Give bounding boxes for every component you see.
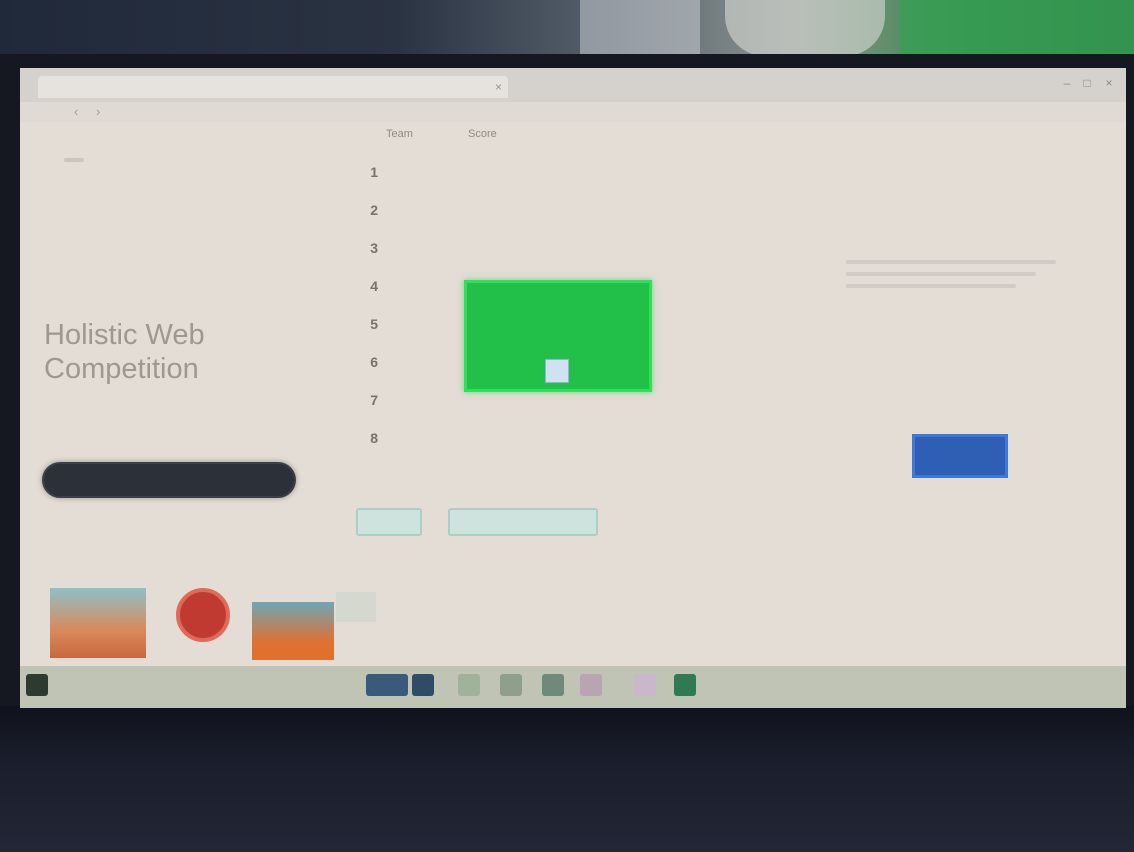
page-headline: Holistic Web Competition bbox=[44, 319, 205, 385]
row-number: 8 bbox=[370, 430, 378, 446]
minimize-icon[interactable]: – bbox=[1060, 76, 1074, 90]
folder-icon[interactable] bbox=[500, 674, 522, 696]
forward-arrow-icon[interactable]: › bbox=[96, 104, 100, 119]
text-line bbox=[846, 260, 1056, 264]
background-object bbox=[725, 0, 885, 56]
logo-badge bbox=[64, 158, 84, 162]
background-top bbox=[0, 0, 1134, 62]
row-number: 6 bbox=[370, 354, 378, 370]
dialog-ok-button[interactable] bbox=[545, 359, 569, 383]
text-line bbox=[846, 284, 1016, 288]
monitor-stand-area bbox=[0, 706, 1134, 852]
text-line bbox=[846, 272, 1036, 276]
row-number: 5 bbox=[370, 316, 378, 332]
window-close-icon[interactable]: × bbox=[1102, 76, 1116, 90]
row-number: 3 bbox=[370, 240, 378, 256]
thumbnail-image[interactable] bbox=[336, 592, 376, 622]
background-object bbox=[900, 0, 1134, 56]
windows-start-icon[interactable] bbox=[26, 674, 48, 696]
back-arrow-icon[interactable]: ‹ bbox=[74, 104, 78, 119]
list-row[interactable]: 3 bbox=[350, 230, 680, 268]
list-row[interactable]: 1 bbox=[350, 154, 680, 192]
left-panel: Holistic Web Competition bbox=[20, 122, 330, 632]
primary-action-button[interactable] bbox=[42, 462, 296, 498]
browser-tab[interactable]: × bbox=[38, 76, 508, 98]
row-number: 4 bbox=[370, 278, 378, 294]
action-button-left[interactable] bbox=[356, 508, 422, 536]
right-panel-button[interactable] bbox=[912, 434, 1008, 478]
column-header-team: Team bbox=[386, 128, 413, 140]
thumbnail-image[interactable] bbox=[176, 588, 230, 642]
right-panel bbox=[820, 122, 1120, 572]
browser-tab-bar: × – □ × bbox=[20, 68, 1126, 103]
background-object bbox=[580, 0, 700, 56]
monitor-screen: × – □ × ‹ › Holistic Web Competition Tea… bbox=[20, 68, 1126, 708]
window-icon[interactable] bbox=[412, 674, 434, 696]
row-number: 7 bbox=[370, 392, 378, 408]
close-icon[interactable]: × bbox=[495, 76, 502, 98]
thumbnail-image[interactable] bbox=[50, 588, 146, 658]
notification-dialog bbox=[464, 280, 652, 392]
list-row[interactable]: 8 bbox=[350, 420, 680, 458]
row-number: 1 bbox=[370, 164, 378, 180]
maximize-icon[interactable]: □ bbox=[1080, 76, 1094, 90]
taskbar bbox=[20, 666, 1126, 708]
row-number: 2 bbox=[370, 202, 378, 218]
list-row[interactable]: 2 bbox=[350, 192, 680, 230]
app-icon[interactable] bbox=[542, 674, 564, 696]
column-header-score: Score bbox=[468, 128, 497, 140]
thumbnail-image[interactable] bbox=[252, 602, 334, 660]
site-logo[interactable] bbox=[64, 152, 204, 212]
browser-icon[interactable] bbox=[366, 674, 408, 696]
app-icon[interactable] bbox=[458, 674, 480, 696]
action-button-right[interactable] bbox=[448, 508, 598, 536]
list-header: Team Score bbox=[350, 124, 680, 144]
media-icon[interactable] bbox=[580, 674, 602, 696]
app-icon[interactable] bbox=[634, 674, 656, 696]
navigation-row: ‹ › bbox=[20, 102, 1126, 122]
app-icon[interactable] bbox=[674, 674, 696, 696]
